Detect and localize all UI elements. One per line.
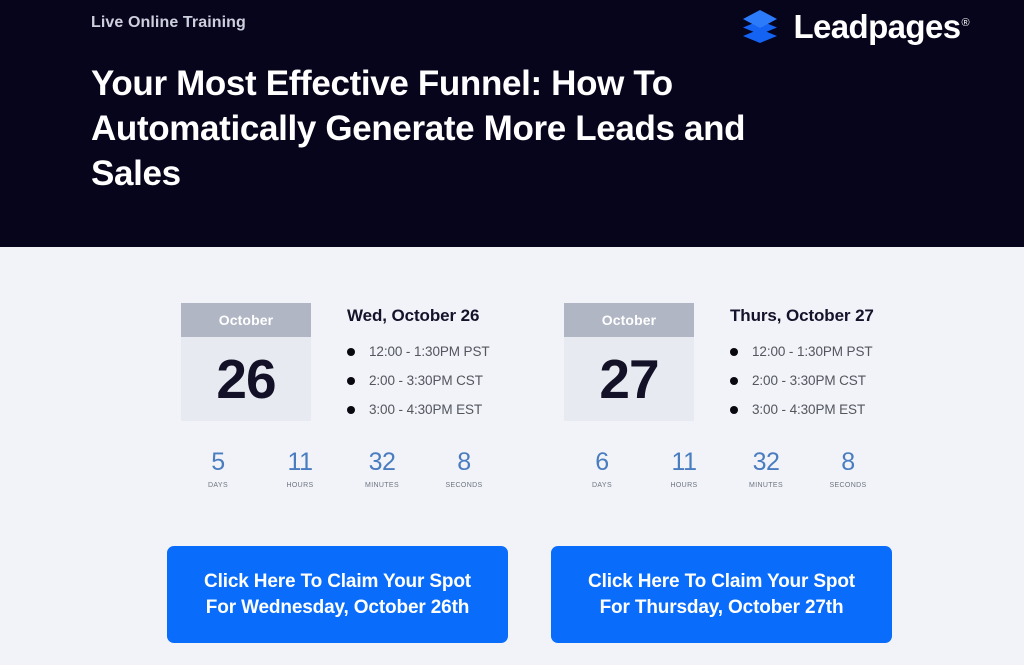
session-times-list: 12:00 - 1:30PM PST 2:00 - 3:30PM CST 3:0… xyxy=(730,344,874,417)
bullet-icon xyxy=(347,405,355,414)
page-title: Your Most Effective Funnel: How To Autom… xyxy=(91,64,746,193)
countdown-unit-hours: 11 HOURS xyxy=(259,448,341,490)
brand-wordmark: Leadpages® xyxy=(793,10,969,43)
countdown-label: DAYS xyxy=(592,482,612,489)
cta-line-1: Click Here To Claim Your Spot xyxy=(204,571,471,593)
list-item: 12:00 - 1:30PM PST xyxy=(730,344,874,359)
countdown-unit-days: 6 DAYS xyxy=(561,448,643,490)
countdown-label: HOURS xyxy=(286,482,314,489)
claim-spot-button-wednesday[interactable]: Click Here To Claim Your Spot For Wednes… xyxy=(167,546,508,643)
bullet-icon xyxy=(730,347,738,356)
cta-line-2: For Wednesday, October 26th xyxy=(205,596,470,618)
session-date-heading: Thurs, October 27 xyxy=(730,306,874,325)
bullet-icon xyxy=(730,376,738,385)
session-time: 3:00 - 4:30PM EST xyxy=(752,402,866,417)
landing-page: Live Online Training Leadpages® Your Mos… xyxy=(0,0,1024,665)
list-item: 2:00 - 3:30PM CST xyxy=(347,373,490,388)
countdown-unit-minutes: 32 MINUTES xyxy=(341,448,423,490)
sessions-section: October 26 Wed, October 26 12:00 - 1:30P… xyxy=(0,247,1024,665)
countdown-unit-hours: 11 HOURS xyxy=(643,448,725,490)
session-time: 2:00 - 3:30PM CST xyxy=(369,373,483,388)
countdown-timer: 6 DAYS 11 HOURS 32 MINUTES 8 SECONDS xyxy=(561,448,889,490)
countdown-value: 11 xyxy=(287,448,313,476)
calendar-body: 27 xyxy=(564,337,694,421)
countdown-value: 6 xyxy=(595,448,609,476)
session-date-heading: Wed, October 26 xyxy=(347,306,480,325)
session-time: 3:00 - 4:30PM EST xyxy=(369,402,483,417)
countdown-unit-days: 5 DAYS xyxy=(177,448,259,490)
trademark-symbol: ® xyxy=(961,16,969,29)
session-block: October 26 Wed, October 26 12:00 - 1:30P… xyxy=(181,303,490,421)
session-time: 12:00 - 1:30PM PST xyxy=(369,344,490,359)
countdown-label: SECONDS xyxy=(829,482,867,489)
countdown-value: 5 xyxy=(211,448,225,476)
countdown-unit-minutes: 32 MINUTES xyxy=(725,448,807,490)
countdown-value: 32 xyxy=(368,448,396,476)
countdown-label: MINUTES xyxy=(749,482,783,489)
countdown-label: SECONDS xyxy=(445,482,483,489)
calendar-icon: October 26 xyxy=(181,303,311,421)
claim-spot-button-thursday[interactable]: Click Here To Claim Your Spot For Thursd… xyxy=(551,546,892,643)
bullet-icon xyxy=(347,376,355,385)
bullet-icon xyxy=(730,405,738,414)
cta-line-1: Click Here To Claim Your Spot xyxy=(588,571,855,593)
session-time: 12:00 - 1:30PM PST xyxy=(752,344,873,359)
hero-section: Live Online Training Leadpages® Your Mos… xyxy=(0,0,1024,247)
countdown-value: 11 xyxy=(671,448,697,476)
countdown-label: HOURS xyxy=(670,482,698,489)
session-times-list: 12:00 - 1:30PM PST 2:00 - 3:30PM CST 3:0… xyxy=(347,344,490,417)
list-item: 3:00 - 4:30PM EST xyxy=(730,402,874,417)
calendar-icon: October 27 xyxy=(564,303,694,421)
session-block: October 27 Thurs, October 27 12:00 - 1:3… xyxy=(564,303,874,421)
countdown-unit-seconds: 8 SECONDS xyxy=(807,448,889,490)
countdown-value: 8 xyxy=(457,448,471,476)
calendar-month: October xyxy=(601,312,657,328)
session-details: Wed, October 26 12:00 - 1:30PM PST 2:00 … xyxy=(347,303,490,417)
calendar-header: October xyxy=(181,303,311,337)
countdown-value: 32 xyxy=(752,448,780,476)
calendar-day: 27 xyxy=(599,347,659,410)
calendar-day: 26 xyxy=(216,347,276,410)
hero-eyebrow: Live Online Training xyxy=(91,14,246,31)
countdown-label: MINUTES xyxy=(365,482,399,489)
bullet-icon xyxy=(347,347,355,356)
session-details: Thurs, October 27 12:00 - 1:30PM PST 2:0… xyxy=(730,303,874,417)
calendar-header: October xyxy=(564,303,694,337)
countdown-value: 8 xyxy=(841,448,855,476)
countdown-label: DAYS xyxy=(208,482,228,489)
list-item: 3:00 - 4:30PM EST xyxy=(347,402,490,417)
stacked-layers-icon xyxy=(743,10,778,43)
countdown-timer: 5 DAYS 11 HOURS 32 MINUTES 8 SECONDS xyxy=(177,448,505,490)
list-item: 12:00 - 1:30PM PST xyxy=(347,344,490,359)
countdown-unit-seconds: 8 SECONDS xyxy=(423,448,505,490)
session-time: 2:00 - 3:30PM CST xyxy=(752,373,866,388)
list-item: 2:00 - 3:30PM CST xyxy=(730,373,874,388)
calendar-month: October xyxy=(218,312,274,328)
brand-name: Leadpages xyxy=(793,7,961,45)
cta-line-2: For Thursday, October 27th xyxy=(599,596,844,618)
brand-logo: Leadpages® xyxy=(739,8,970,44)
calendar-body: 26 xyxy=(181,337,311,421)
